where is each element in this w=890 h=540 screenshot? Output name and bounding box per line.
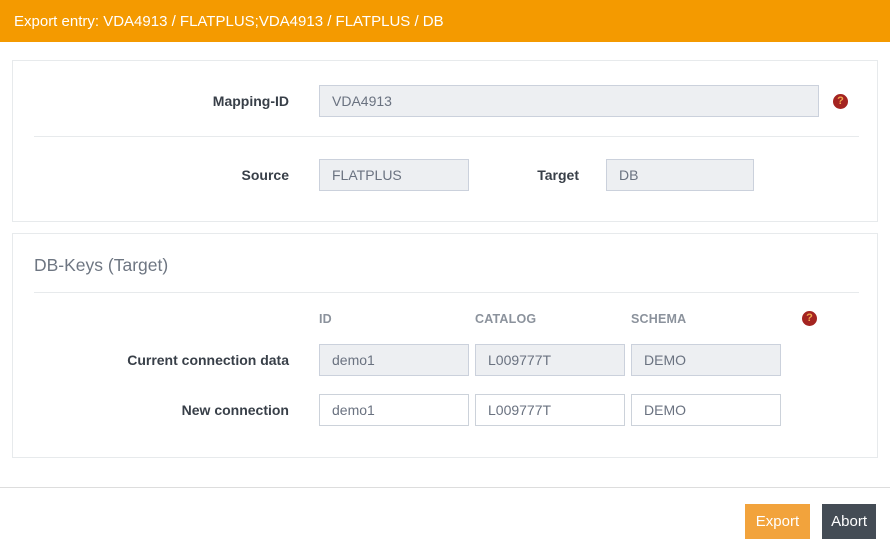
help-icon[interactable]: ? (802, 311, 817, 326)
row-divider (34, 136, 859, 137)
mapping-id-label: Mapping-ID (212, 93, 289, 109)
new-connection-label: New connection (181, 402, 289, 418)
current-id-input[interactable] (319, 344, 469, 376)
abort-button[interactable]: Abort (822, 504, 876, 539)
dbkeys-panel: DB-Keys (Target) ID CATALOG SCHEMA ? Cur… (12, 233, 878, 458)
new-id-input[interactable] (319, 394, 469, 426)
source-input[interactable] (319, 159, 469, 191)
new-connection-row: New connection (13, 394, 877, 426)
dialog-title: Export entry: VDA4913 / FLATPLUS;VDA4913… (14, 12, 444, 30)
dbkeys-column-headers: ID CATALOG SCHEMA ? (13, 311, 877, 326)
mapping-id-row: Mapping-ID ? (13, 85, 877, 117)
target-input[interactable] (606, 159, 754, 191)
target-label: Target (537, 167, 579, 183)
current-catalog-input[interactable] (475, 344, 625, 376)
new-schema-input[interactable] (631, 394, 781, 426)
current-connection-label: Current connection data (127, 352, 289, 368)
source-label: Source (241, 167, 289, 183)
new-catalog-input[interactable] (475, 394, 625, 426)
mapping-id-input[interactable] (319, 85, 819, 117)
footer: Export Abort (0, 488, 890, 539)
source-target-row: Source Target (13, 159, 877, 191)
heading-divider (34, 292, 859, 293)
export-button[interactable]: Export (744, 504, 811, 539)
dbkeys-heading: DB-Keys (Target) (34, 255, 169, 275)
column-header-schema: SCHEMA (631, 311, 687, 326)
column-header-id: ID (319, 311, 332, 326)
mapping-panel: Mapping-ID ? Source Target (12, 60, 878, 222)
current-connection-row: Current connection data (13, 344, 877, 376)
dialog-titlebar: Export entry: VDA4913 / FLATPLUS;VDA4913… (0, 0, 890, 42)
help-icon[interactable]: ? (833, 93, 848, 109)
column-header-catalog: CATALOG (475, 311, 537, 326)
current-schema-input[interactable] (631, 344, 781, 376)
